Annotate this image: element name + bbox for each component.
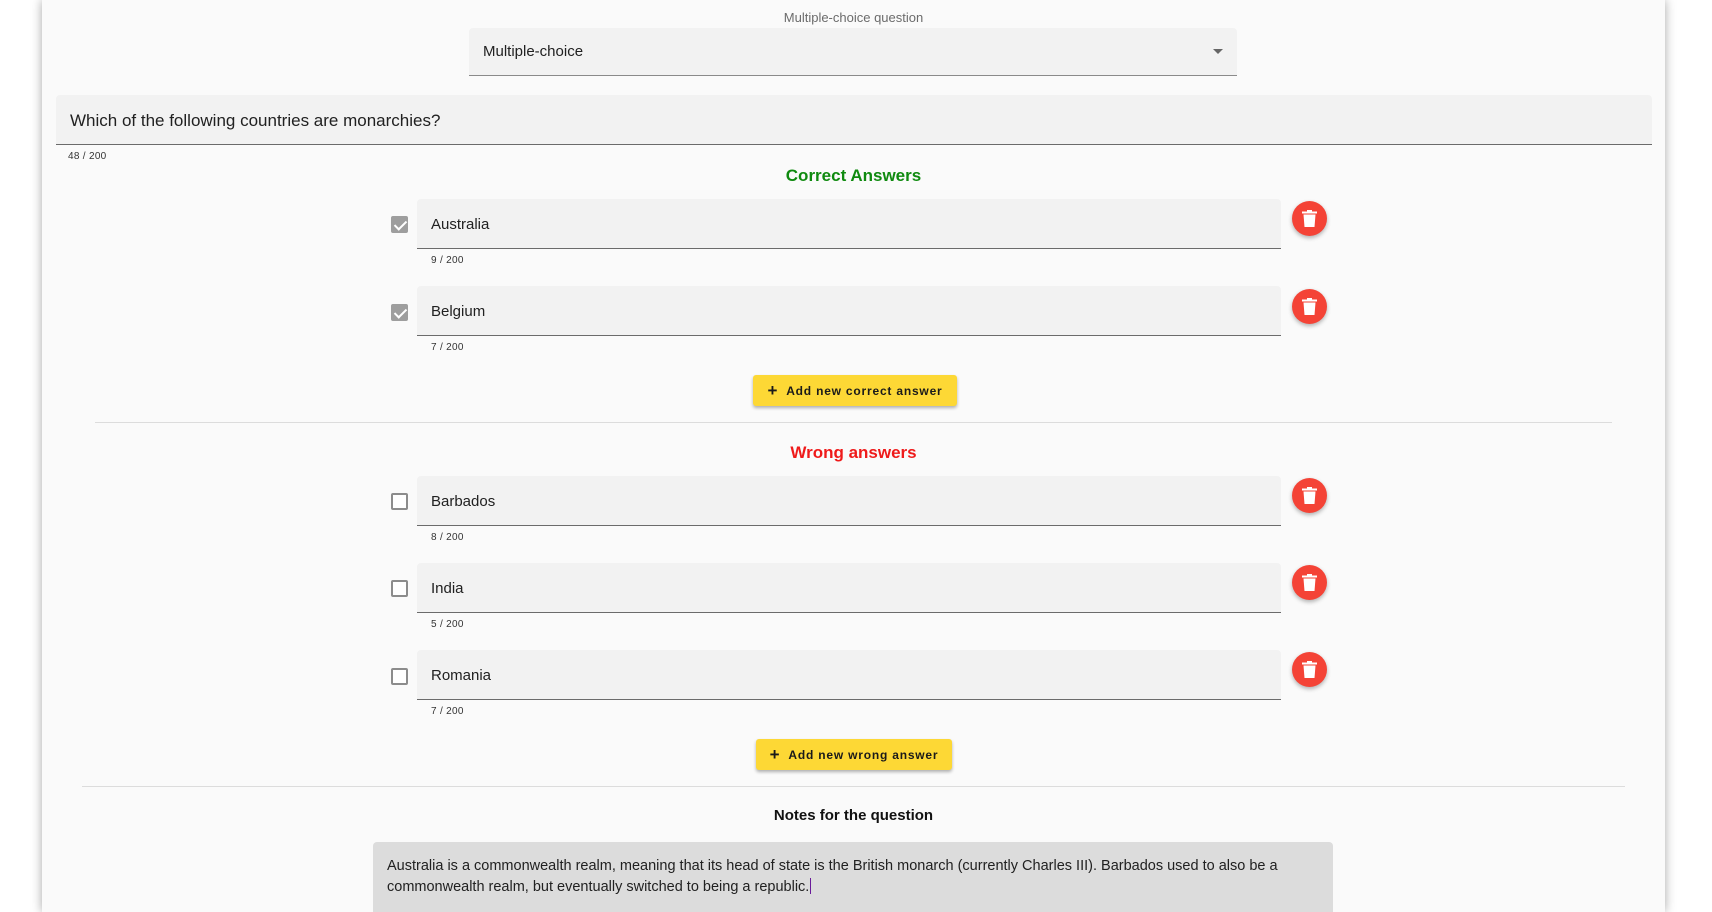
answer-text: Belgium	[431, 303, 486, 320]
question-input[interactable]: Which of the following countries are mon…	[56, 95, 1652, 145]
question-type-select[interactable]: Multiple-choice	[469, 28, 1237, 76]
notes-textarea[interactable]: Australia is a commonwealth realm, meani…	[373, 842, 1333, 912]
wrong-answer-checkbox[interactable]	[391, 668, 408, 685]
question-counter: 48 / 200	[68, 151, 107, 162]
wrong-answer-input[interactable]: Barbados	[417, 476, 1281, 526]
answer-text: Barbados	[431, 493, 496, 510]
trash-icon	[1302, 210, 1317, 227]
trash-icon	[1302, 574, 1317, 591]
add-wrong-answer-button[interactable]: + Add new wrong answer	[756, 739, 952, 770]
wrong-answer-input[interactable]: India	[417, 563, 1281, 613]
notes-text: Australia is a commonwealth realm, meani…	[387, 856, 1322, 898]
delete-answer-button[interactable]	[1292, 289, 1327, 324]
answer-counter: 9 / 200	[431, 255, 464, 266]
wrong-answers-title: Wrong answers	[790, 443, 917, 462]
question-editor-page: Multiple-choice question Multiple-choice…	[42, 0, 1665, 912]
wrong-answer-checkbox[interactable]	[391, 580, 408, 597]
question-text: Which of the following countries are mon…	[70, 111, 441, 130]
correct-answers-title: Correct Answers	[785, 166, 922, 185]
trash-icon	[1302, 661, 1317, 678]
section-divider	[95, 422, 1612, 423]
answer-counter: 5 / 200	[431, 619, 464, 630]
trash-icon	[1302, 487, 1317, 504]
trash-icon	[1302, 298, 1317, 315]
answer-text: India	[431, 580, 464, 597]
delete-answer-button[interactable]	[1292, 478, 1327, 513]
add-wrong-answer-label: Add new wrong answer	[788, 747, 939, 762]
correct-answer-input[interactable]: Belgium	[417, 286, 1281, 336]
question-type-label: Multiple-choice question	[783, 10, 924, 25]
text-cursor	[810, 878, 812, 894]
section-divider	[82, 786, 1625, 787]
delete-answer-button[interactable]	[1292, 652, 1327, 687]
answer-text: Australia	[431, 216, 490, 233]
answer-text: Romania	[431, 667, 492, 684]
correct-answer-checkbox[interactable]	[391, 304, 408, 321]
delete-answer-button[interactable]	[1292, 565, 1327, 600]
wrong-answer-input[interactable]: Romania	[417, 650, 1281, 700]
caret-down-icon	[1213, 49, 1223, 54]
answer-counter: 7 / 200	[431, 342, 464, 353]
question-type-value: Multiple-choice	[483, 43, 584, 60]
correct-answer-input[interactable]: Australia	[417, 199, 1281, 249]
answer-counter: 7 / 200	[431, 706, 464, 717]
answer-counter: 8 / 200	[431, 532, 464, 543]
plus-icon: +	[769, 745, 781, 764]
add-correct-answer-label: Add new correct answer	[786, 383, 943, 398]
correct-answer-checkbox[interactable]	[391, 216, 408, 233]
notes-title: Notes for the question	[773, 807, 934, 824]
delete-answer-button[interactable]	[1292, 201, 1327, 236]
wrong-answer-checkbox[interactable]	[391, 493, 408, 510]
plus-icon: +	[767, 381, 779, 400]
add-correct-answer-button[interactable]: + Add new correct answer	[753, 375, 957, 406]
notes-content: Australia is a commonwealth realm, meani…	[387, 858, 1278, 895]
